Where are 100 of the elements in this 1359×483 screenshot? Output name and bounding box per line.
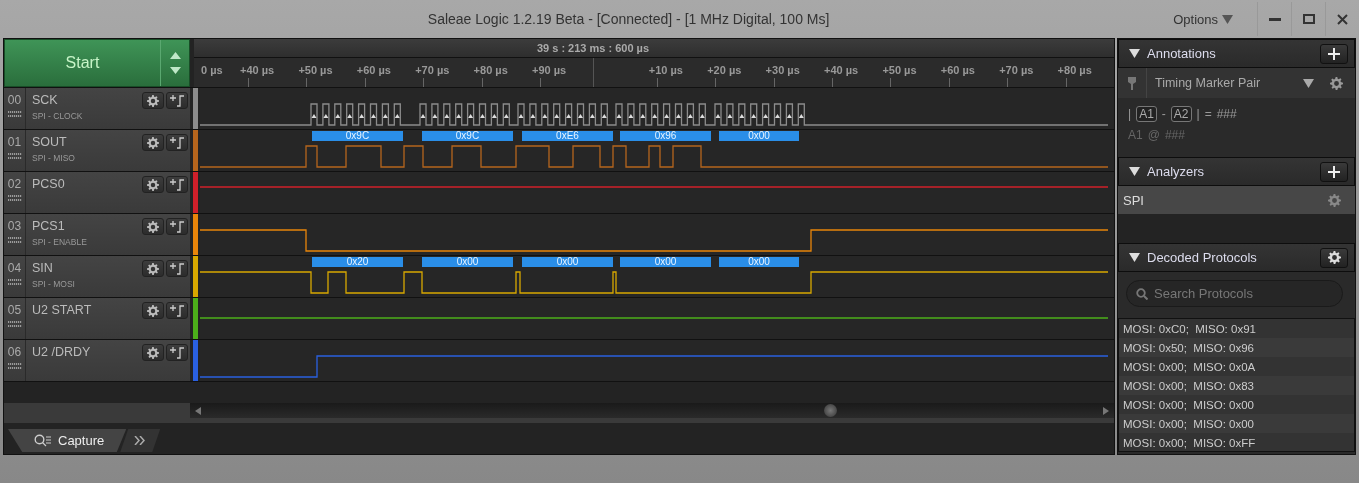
- triangle-down-icon: [1222, 14, 1233, 24]
- channel-number: 02: [7, 177, 22, 191]
- trigger-button[interactable]: [166, 92, 188, 109]
- grip-icon: [7, 321, 22, 327]
- channel-number: 03: [7, 219, 22, 233]
- trigger-button[interactable]: [166, 344, 188, 361]
- close-icon: [1337, 13, 1348, 25]
- decoded-value: 0x9C: [422, 131, 513, 141]
- time-tick-label: +70 µs: [415, 64, 450, 76]
- channel-settings-button[interactable]: [142, 260, 164, 277]
- channel-settings-button[interactable]: [142, 302, 164, 319]
- channel-number: 04: [7, 261, 22, 275]
- grip-icon: [7, 237, 22, 243]
- trigger-edge-icon: [169, 220, 185, 233]
- analyzers-title: Analyzers: [1147, 164, 1206, 179]
- more-tabs-button[interactable]: [120, 429, 161, 452]
- horizontal-scrollbar[interactable]: [190, 403, 1114, 418]
- annotation-value: ###: [1216, 107, 1237, 121]
- grip-icon: [7, 153, 22, 159]
- scroll-left-icon: [194, 406, 202, 415]
- channel-name: SCK: [32, 93, 59, 107]
- channel-number: 06: [7, 345, 22, 359]
- protocol-row[interactable]: MOSI: 0x50; MISO: 0x96: [1119, 338, 1354, 357]
- triangle-down-icon: [1129, 167, 1140, 176]
- channel-settings-button[interactable]: [142, 134, 164, 151]
- annotation-text: @: [1147, 128, 1160, 142]
- channel-settings-button[interactable]: [142, 344, 164, 361]
- settings-icon: [147, 346, 159, 359]
- time-tick-label: +30 µs: [765, 64, 800, 76]
- trigger-button[interactable]: [166, 176, 188, 193]
- trigger-button[interactable]: [166, 134, 188, 151]
- trigger-button[interactable]: [166, 218, 188, 235]
- options-menu[interactable]: Options: [1167, 10, 1239, 28]
- annotation-text: |: [1196, 107, 1200, 121]
- settings-icon: [147, 262, 159, 275]
- settings-icon: [147, 304, 159, 317]
- settings-icon: [147, 94, 159, 107]
- channel-role: SPI - CLOCK: [32, 111, 84, 121]
- time-tick-label: +10 µs: [648, 64, 683, 76]
- time-tick-label: +20 µs: [707, 64, 742, 76]
- protocol-row[interactable]: MOSI: 0x00; MISO: 0x83: [1119, 376, 1354, 395]
- channel-name: PCS1: [32, 219, 66, 233]
- marker-key: A2: [1170, 106, 1192, 122]
- search-icon: [34, 434, 52, 447]
- decoded-value: 0x00: [719, 257, 799, 267]
- settings-icon: [1327, 251, 1341, 264]
- marker-type-dropdown[interactable]: Timing Marker Pair: [1146, 68, 1320, 98]
- add-annotation-button[interactable]: [1320, 43, 1348, 64]
- add-analyzer-button[interactable]: [1320, 161, 1348, 182]
- scroll-thumb[interactable]: [824, 404, 837, 417]
- decoded-value: 0x00: [719, 131, 799, 141]
- search-icon: [1136, 288, 1148, 300]
- triangle-down-icon: [1129, 49, 1140, 58]
- triangle-down-icon: [1303, 78, 1314, 88]
- trigger-button[interactable]: [166, 302, 188, 319]
- time-tick-label: +60 µs: [940, 64, 975, 76]
- grip-icon: [7, 195, 22, 201]
- decoded-value: 0x00: [422, 257, 513, 267]
- settings-icon: [147, 220, 159, 233]
- time-tick-label: +80 µs: [1057, 64, 1092, 76]
- channel-role: SPI - MISO: [32, 153, 76, 163]
- decoded-value: 0xE6: [522, 131, 613, 141]
- plus-icon: [1328, 47, 1340, 60]
- plus-icon: [1328, 165, 1340, 178]
- channel-role: SPI - ENABLE: [32, 237, 88, 247]
- channel-name: U2 /DRDY: [32, 345, 92, 359]
- annotation-text: A1: [1128, 128, 1143, 142]
- trigger-edge-icon: [169, 346, 185, 359]
- annotation-text: -: [1161, 107, 1166, 121]
- time-tick-label: +60 µs: [356, 64, 391, 76]
- channel-number: 05: [7, 303, 22, 317]
- channel-name: SOUT: [32, 135, 68, 149]
- time-tick-label: +40 µs: [824, 64, 859, 76]
- protocol-row[interactable]: MOSI: 0x00; MISO: 0x00: [1119, 414, 1354, 433]
- time-tick-label: +40 µs: [240, 64, 275, 76]
- trigger-edge-icon: [169, 262, 185, 275]
- grip-icon: [7, 363, 22, 369]
- annotation-text: =: [1204, 107, 1212, 121]
- decoded-value: 0x9C: [312, 131, 403, 141]
- channel-number: 00: [7, 93, 22, 107]
- time-tick-label: +70 µs: [999, 64, 1034, 76]
- time-tick-label: 0 µs: [201, 64, 223, 76]
- double-chevron-icon: [134, 436, 147, 445]
- channel-settings-button[interactable]: [142, 92, 164, 109]
- trigger-button[interactable]: [166, 260, 188, 277]
- channel-settings-button[interactable]: [142, 176, 164, 193]
- marker-key: A1: [1136, 106, 1157, 122]
- analyzer-item[interactable]: SPI: [1118, 186, 1355, 214]
- start-button[interactable]: Start: [5, 40, 161, 86]
- decoded-value: 0x20: [312, 257, 403, 267]
- settings-icon: [1328, 193, 1341, 207]
- channel-name: SIN: [32, 261, 54, 275]
- channel-settings-button[interactable]: [142, 218, 164, 235]
- grip-icon: [7, 279, 22, 285]
- channel-name: U2 START: [32, 303, 93, 317]
- channel-number: 01: [7, 135, 22, 149]
- pin-icon: [1128, 76, 1136, 90]
- search-field[interactable]: Search Protocols: [1126, 280, 1343, 307]
- protocol-settings-button[interactable]: [1320, 247, 1348, 268]
- capture-tab[interactable]: Capture: [8, 429, 127, 452]
